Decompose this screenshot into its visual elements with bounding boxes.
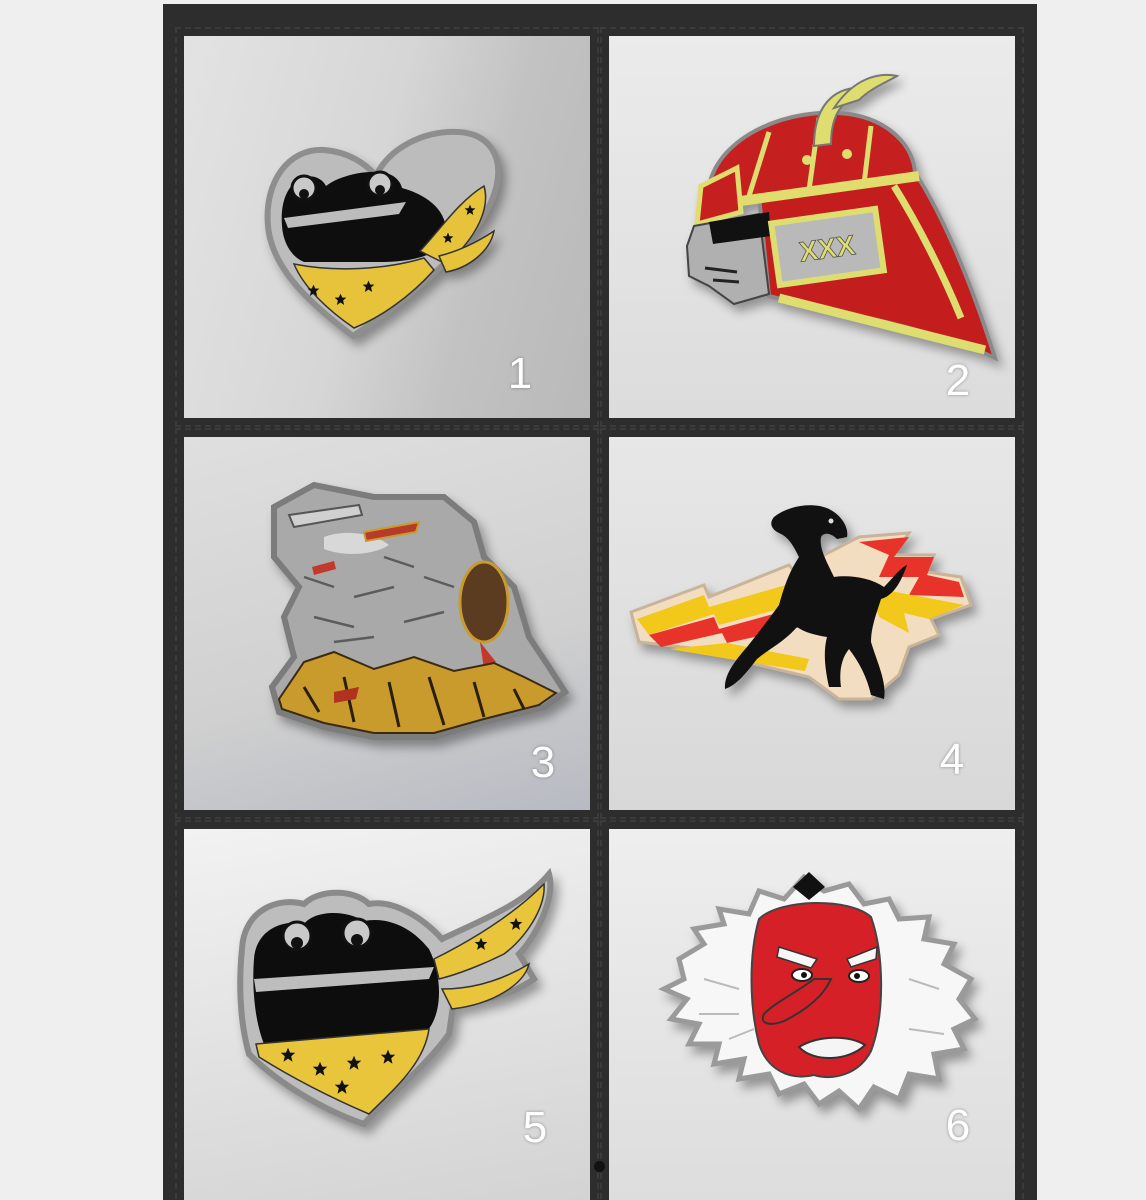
horse-lightning-embroidery <box>629 505 973 701</box>
patch-number-2: 2 <box>945 356 971 405</box>
frog-bandana-embroidery <box>237 867 554 1128</box>
rock-island-embroidery <box>268 481 570 740</box>
image-viewer[interactable]: 1 XXX 2 3 4 5 6 <box>163 4 1037 1200</box>
patch-number-3: 3 <box>530 738 556 787</box>
tengu-pupil-left <box>801 972 807 978</box>
carousel-page-indicator[interactable] <box>594 1161 605 1172</box>
frog-pupil-left <box>299 189 309 199</box>
samurai-helmet-embroidery: XXX <box>685 73 999 362</box>
frog-pupil-left <box>291 937 303 949</box>
frog-pupil-right <box>375 185 385 195</box>
helmet-side-flare <box>694 164 744 228</box>
patch-photo-3: 3 <box>175 428 599 819</box>
patch-number-6: 6 <box>945 1101 971 1150</box>
patch-number-4: 4 <box>939 735 965 784</box>
patch-number-5: 5 <box>522 1103 548 1152</box>
face-plate: XXX <box>767 205 888 289</box>
patch-photo-1: 1 <box>175 27 599 427</box>
tengu-pupil-right <box>854 973 860 979</box>
brown-cliff <box>458 560 510 644</box>
patch-photo-4: 4 <box>600 428 1024 819</box>
tengu-mask-embroidery <box>658 872 979 1113</box>
patch-number-1: 1 <box>507 349 533 398</box>
frog-pupil-right <box>351 934 363 946</box>
patch-photo-2: XXX 2 <box>600 27 1024 427</box>
bandana-band <box>255 1028 430 1115</box>
helmet-knob <box>802 155 812 165</box>
patch-photo-5: 5 <box>175 820 599 1200</box>
horse-eye <box>828 518 834 524</box>
helmet-knob <box>842 149 852 159</box>
heart-frog-embroidery <box>264 128 502 340</box>
patch-photo-6: 6 <box>600 820 1024 1200</box>
